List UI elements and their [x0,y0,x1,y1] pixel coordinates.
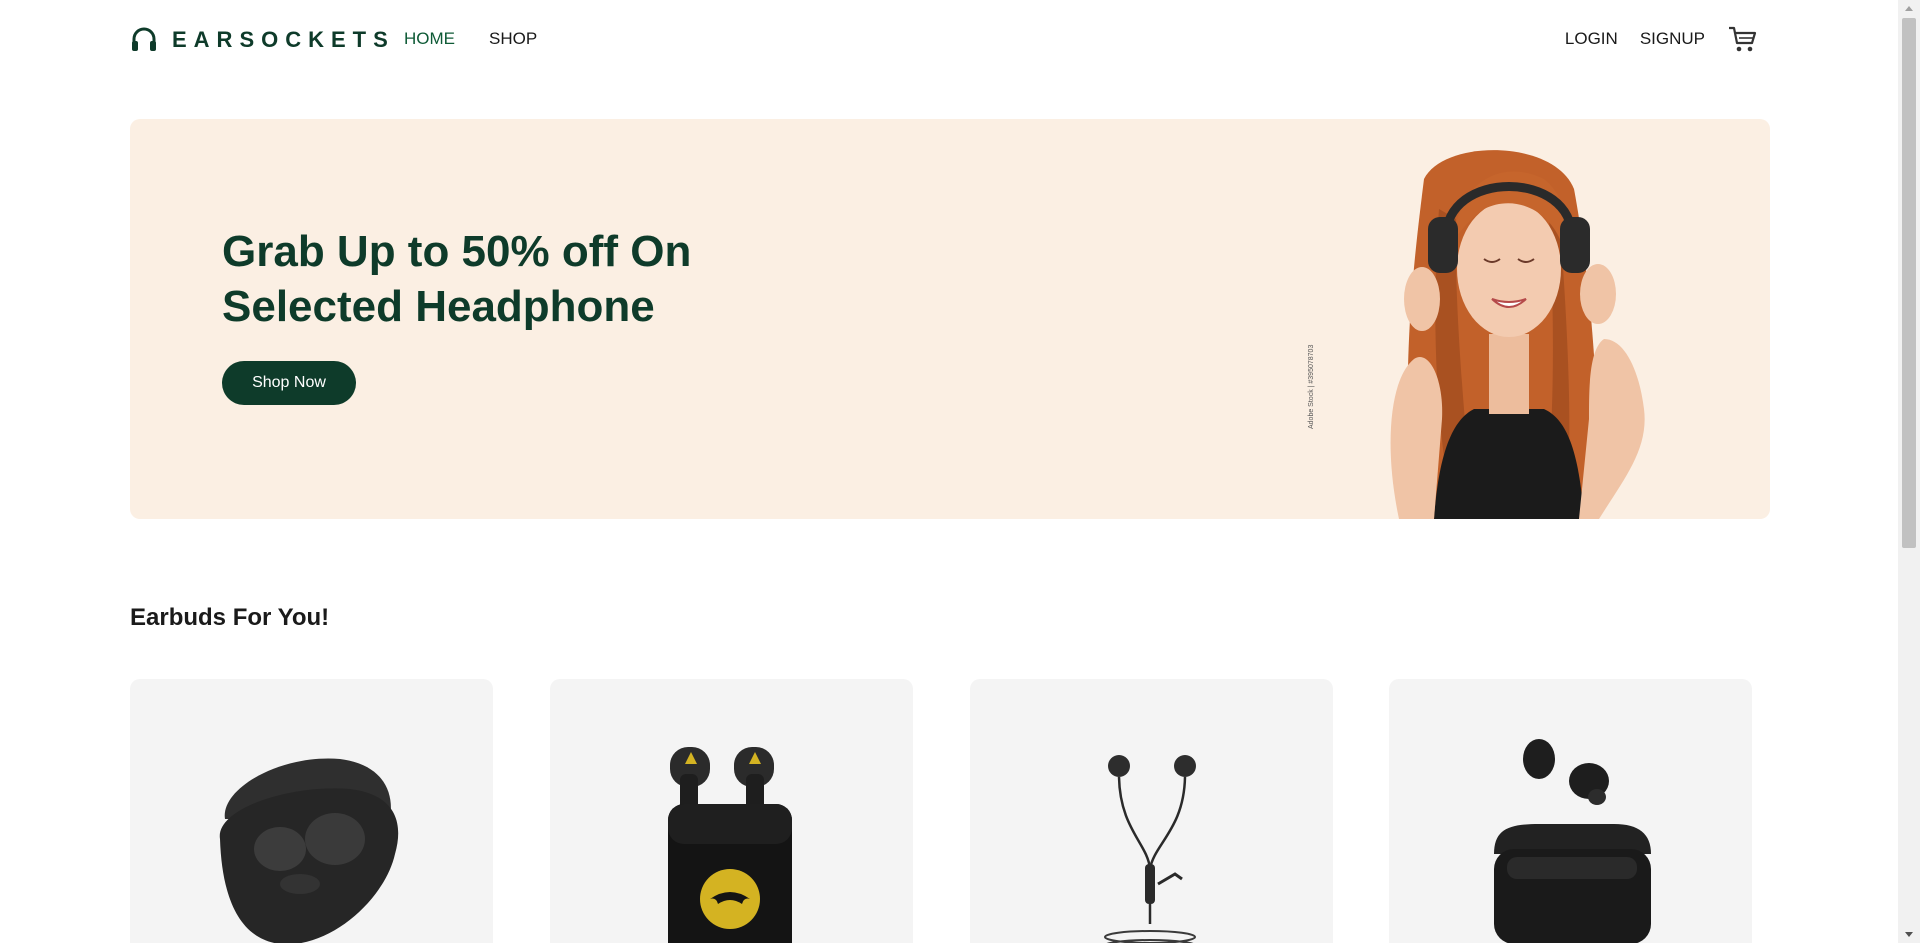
product-card[interactable] [1389,679,1752,943]
brand-name: EARSOCKETS [172,27,395,52]
image-credit: Adobe Stock | #395078703 [1308,344,1315,429]
woman-with-headphones-image [1390,150,1645,519]
hero-banner: Grab Up to 50% off On Selected Headphone… [130,119,1770,519]
vertical-scrollbar[interactable] [1898,0,1920,943]
product-card[interactable] [550,679,913,943]
nav-home[interactable]: HOME [404,29,455,49]
hero-title-line2: Selected Headphone [222,282,655,331]
auth-links: LOGIN SIGNUP [1565,29,1705,49]
hero-title-line1: Grab Up to 50% off On [222,227,692,276]
login-link[interactable]: LOGIN [1565,29,1618,49]
scroll-up-arrow-icon[interactable] [1898,0,1920,18]
scroll-down-arrow-icon[interactable] [1898,925,1920,943]
product-card[interactable] [130,679,493,943]
black-earbuds-open-case-image [1494,739,1651,943]
scrollbar-thumb[interactable] [1902,18,1916,548]
wired-earphones-image [1104,755,1196,943]
brand-logo[interactable]: EARSOCKETS [130,24,395,56]
main-nav: HOME SHOP [404,29,537,49]
nav-shop[interactable]: SHOP [489,29,537,49]
section-title: Earbuds For You! [130,604,330,631]
hero-title: Grab Up to 50% off On Selected Headphone [222,224,742,334]
product-card[interactable] [970,679,1333,943]
page: EARSOCKETS HOME SHOP LOGIN SIGNUP Grab U… [0,0,1920,943]
jabra-earbuds-case-image [219,758,399,943]
product-grid [130,679,1752,943]
signup-link[interactable]: SIGNUP [1640,29,1705,49]
site-header: EARSOCKETS HOME SHOP LOGIN SIGNUP [0,0,1898,80]
headphones-icon [132,27,156,51]
cart-icon[interactable] [1727,24,1757,54]
batman-earbuds-case-image [668,747,792,943]
shop-now-button[interactable]: Shop Now [222,361,356,405]
